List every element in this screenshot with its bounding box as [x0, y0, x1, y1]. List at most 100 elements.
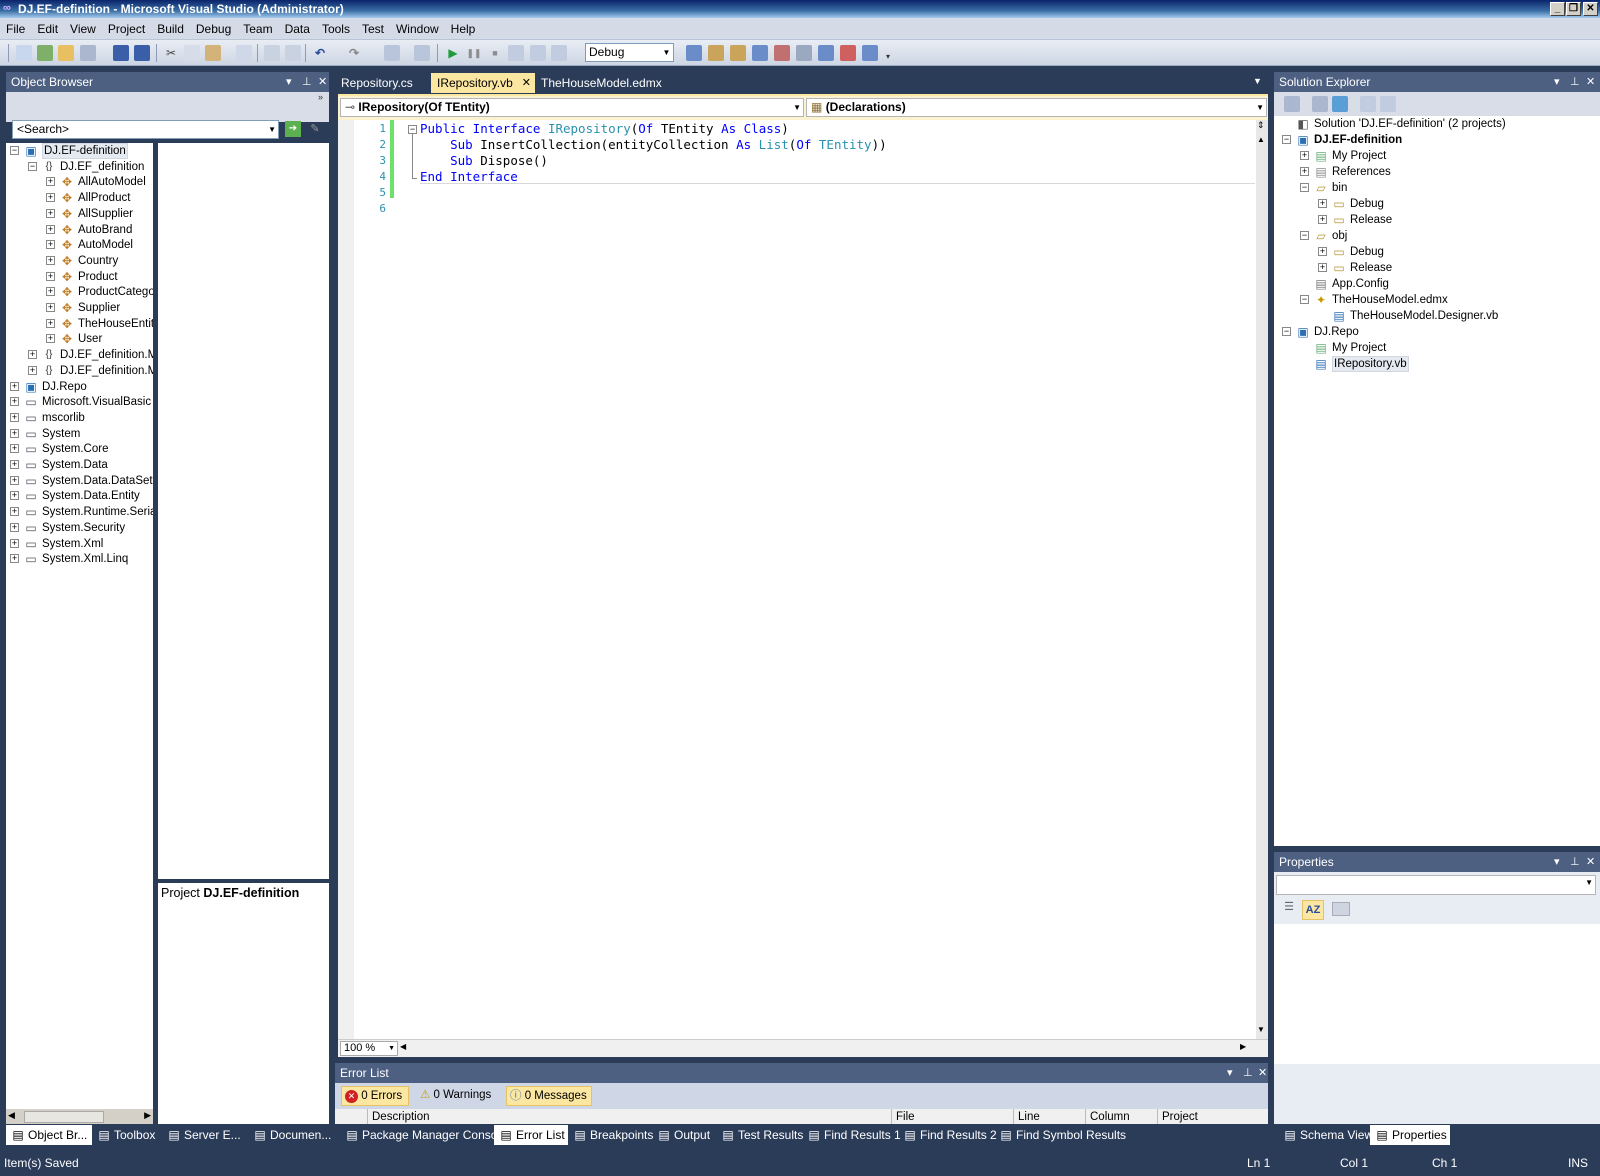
restore-button[interactable]: ❐: [1566, 2, 1581, 16]
command-window-icon[interactable]: [862, 45, 878, 61]
tree-item[interactable]: + ✥ AutoModel: [6, 237, 153, 253]
tree-item[interactable]: + ▭ System.Data: [6, 457, 153, 473]
expand-icon[interactable]: +: [10, 554, 19, 564]
pause-icon[interactable]: ❚❚: [466, 45, 482, 61]
copy-icon[interactable]: [184, 45, 200, 61]
scrollbar-thumb[interactable]: [24, 1111, 104, 1123]
menu-file[interactable]: File: [0, 18, 31, 40]
messages-filter-button[interactable]: ⓘ 0 Messages: [506, 1086, 592, 1106]
tab-documen-[interactable]: ▤ Documen...: [248, 1125, 331, 1145]
pin-icon[interactable]: ⊥: [302, 72, 312, 92]
tree-item[interactable]: + ✥ Product: [6, 269, 153, 285]
menu-tools[interactable]: Tools: [316, 18, 356, 40]
tab-package-manager-console[interactable]: ▤ Package Manager Console: [340, 1125, 506, 1145]
tab-find-symbol-results[interactable]: ▤ Find Symbol Results: [994, 1125, 1126, 1145]
undo-icon[interactable]: ↶: [312, 45, 328, 61]
tab-test-results[interactable]: ▤ Test Results: [716, 1125, 803, 1145]
navigate-forward-icon[interactable]: [414, 45, 430, 61]
tree-item[interactable]: − ▣ DJ.EF-definition: [1274, 132, 1600, 148]
tree-item[interactable]: + ▭ Microsoft.VisualBasic: [6, 394, 153, 410]
start-debugging-icon[interactable]: ▶: [445, 45, 461, 61]
expand-icon[interactable]: +: [10, 460, 19, 469]
expand-icon[interactable]: +: [46, 224, 55, 234]
tab-object-br-[interactable]: ▤ Object Br...: [6, 1125, 92, 1145]
tree-item[interactable]: + ▣ DJ.Repo: [6, 379, 153, 395]
expand-icon[interactable]: +: [46, 318, 55, 328]
clear-search-icon[interactable]: ✎: [307, 121, 323, 137]
tree-item[interactable]: ◧ Solution 'DJ.EF-definition' (2 projects…: [1274, 116, 1600, 132]
tree-item[interactable]: ▤ My Project: [1274, 340, 1600, 356]
warnings-filter-button[interactable]: ⚠ 0 Warnings: [417, 1086, 497, 1106]
show-all-files-icon[interactable]: [1312, 96, 1328, 112]
navigate-backward-icon[interactable]: [384, 45, 400, 61]
tree-item[interactable]: − ▣ DJ.EF-definition: [6, 143, 153, 159]
close-icon[interactable]: ✕: [1586, 852, 1595, 872]
expand-icon[interactable]: +: [10, 475, 19, 485]
step-into-icon[interactable]: [508, 45, 524, 61]
tree-item[interactable]: + ▭ System.Data.DataSetE: [6, 473, 153, 489]
tab-output[interactable]: ▤ Output: [652, 1125, 716, 1145]
code-editor[interactable]: − ⇕ ▲ ▼ 1 2 3 4 5 6 Public Interface IReposito…: [338, 120, 1268, 1039]
expand-icon[interactable]: +: [1318, 199, 1327, 208]
pin-icon[interactable]: ⊥: [1243, 1063, 1253, 1083]
tab-breakpoints[interactable]: ▤ Breakpoints: [568, 1125, 653, 1145]
tree-item[interactable]: + {} DJ.EF_definition.M: [6, 363, 153, 379]
scroll-left-icon[interactable]: ◀: [400, 1042, 406, 1051]
collapse-icon[interactable]: −: [10, 146, 19, 155]
expand-icon[interactable]: +: [46, 193, 55, 203]
minimize-button[interactable]: _: [1550, 2, 1565, 16]
expand-icon[interactable]: +: [46, 303, 55, 312]
expand-icon[interactable]: +: [10, 444, 19, 454]
expand-icon[interactable]: +: [46, 271, 55, 281]
expand-icon[interactable]: +: [46, 240, 55, 250]
expand-icon[interactable]: +: [10, 507, 19, 517]
close-icon[interactable]: ✕: [1258, 1063, 1267, 1083]
new-project-icon[interactable]: [16, 45, 32, 61]
start-page-icon[interactable]: [840, 45, 856, 61]
tree-item[interactable]: + ✥ Supplier: [6, 300, 153, 316]
expand-icon[interactable]: +: [10, 381, 19, 391]
tree-item[interactable]: + ✥ AllProduct: [6, 190, 153, 206]
expand-icon[interactable]: +: [28, 350, 37, 360]
expand-icon[interactable]: +: [10, 522, 19, 532]
panel-menu-icon[interactable]: ▾: [1227, 1063, 1233, 1083]
expand-icon[interactable]: +: [46, 208, 55, 218]
search-go-icon[interactable]: ➔: [285, 121, 301, 137]
expand-icon[interactable]: +: [10, 491, 19, 501]
tree-item[interactable]: + ▭ Release: [1274, 212, 1600, 228]
member-dropdown[interactable]: ▦ (Declarations) ▼: [806, 98, 1267, 117]
tree-item[interactable]: ▤ TheHouseModel.Designer.vb: [1274, 308, 1600, 324]
tab-error-list[interactable]: ▤ Error List: [494, 1125, 568, 1145]
tree-item[interactable]: + ✥ AllAutoModel: [6, 174, 153, 190]
expand-icon[interactable]: +: [1318, 263, 1327, 272]
expand-icon[interactable]: +: [1318, 215, 1327, 224]
object-selector-dropdown[interactable]: ▼: [1276, 875, 1596, 895]
add-new-item-icon[interactable]: [80, 45, 96, 61]
tree-item[interactable]: + ✥ AutoBrand: [6, 222, 153, 238]
tree-item[interactable]: + ✥ Country: [6, 253, 153, 269]
menu-view[interactable]: View: [64, 18, 102, 40]
column-header-file[interactable]: File: [891, 1109, 915, 1125]
expand-icon[interactable]: +: [10, 538, 19, 548]
tab-schema-view[interactable]: ▤ Schema View: [1278, 1125, 1373, 1145]
panel-menu-icon[interactable]: ▾: [1554, 72, 1560, 92]
save-icon[interactable]: [113, 45, 129, 61]
tree-item[interactable]: + ▭ System.Security: [6, 520, 153, 536]
redo-icon[interactable]: ↷: [346, 45, 362, 61]
close-button[interactable]: ✕: [1583, 2, 1598, 16]
alphabetical-icon[interactable]: AZ: [1302, 900, 1324, 920]
tree-item[interactable]: + ▭ System.Data.Entity: [6, 488, 153, 504]
view-code-icon[interactable]: [1360, 96, 1376, 112]
menu-help[interactable]: Help: [445, 18, 482, 40]
menu-window[interactable]: Window: [390, 18, 445, 40]
find-icon[interactable]: [236, 45, 252, 61]
toolbar-overflow-icon[interactable]: »: [318, 92, 323, 102]
expand-icon[interactable]: +: [1300, 151, 1309, 160]
refresh-icon[interactable]: [1332, 96, 1348, 112]
tab-find-results-2[interactable]: ▤ Find Results 2: [898, 1125, 996, 1145]
pin-icon[interactable]: ⊥: [1570, 72, 1580, 92]
scroll-down-icon[interactable]: ▼: [1257, 1025, 1265, 1034]
errors-filter-button[interactable]: ✕ 0 Errors: [341, 1086, 409, 1106]
collapse-icon[interactable]: −: [1282, 135, 1291, 144]
tree-item[interactable]: −{} DJ.EF_definition: [6, 159, 153, 175]
